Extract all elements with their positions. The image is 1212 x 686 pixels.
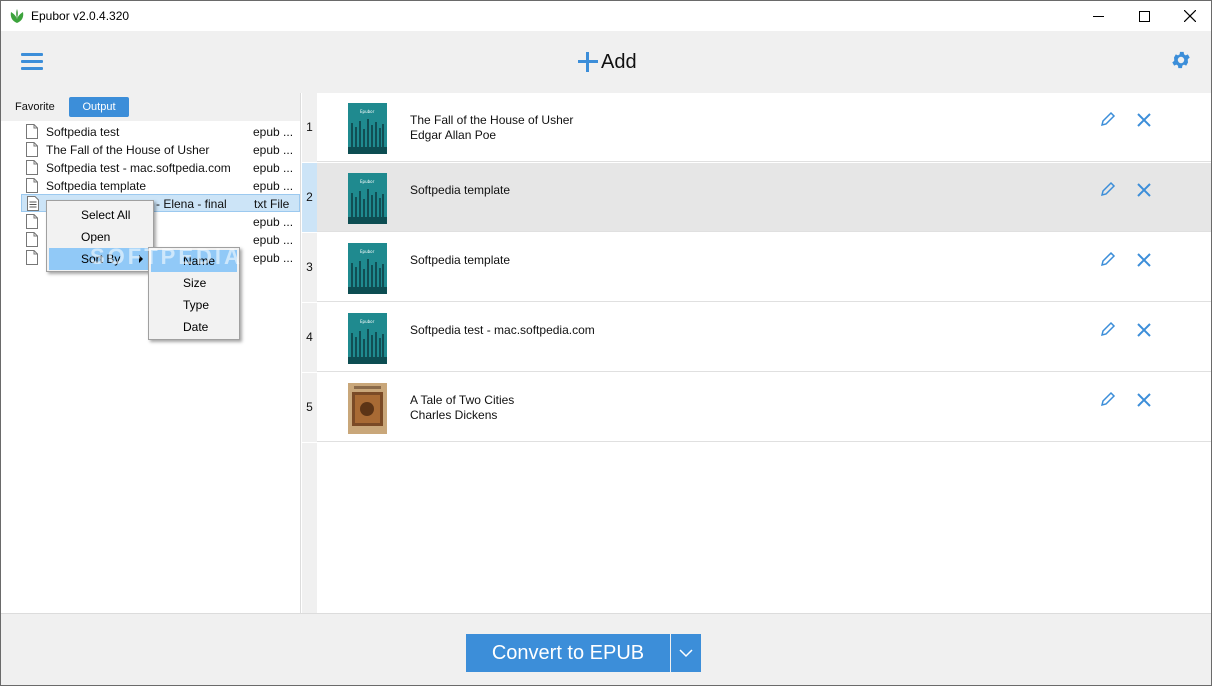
file-icon <box>26 124 38 139</box>
file-icon <box>26 178 38 193</box>
file-name: Softpedia template <box>46 179 147 193</box>
edit-pencil-icon[interactable] <box>1100 321 1116 337</box>
file-list: Softpedia test epub ... The Fall of the … <box>1 121 300 613</box>
window-title: Epubor v2.0.4.320 <box>31 9 130 23</box>
book-index: 5 <box>302 373 317 442</box>
minimize-button[interactable] <box>1075 1 1121 31</box>
bottom-bar: Convert to EPUB <box>1 613 1211 685</box>
book-cover-image: Epubor <box>348 173 387 224</box>
sort-by-type[interactable]: Type <box>151 294 237 316</box>
book-cover-image: Epubor <box>348 103 387 154</box>
book-index: 4 <box>302 303 317 372</box>
file-type: txt File <box>254 197 290 211</box>
book-title: Softpedia template <box>410 253 511 267</box>
edit-pencil-icon[interactable] <box>1100 111 1116 127</box>
file-type: epub ... <box>253 179 294 193</box>
context-menu-open[interactable]: Open <box>49 226 151 248</box>
maximize-button[interactable] <box>1121 1 1167 31</box>
book-cover-image <box>348 383 387 434</box>
book-row[interactable]: 4 Epubor Softpedia test - mac.softpedia.… <box>302 303 1211 373</box>
book-author: Charles Dickens <box>410 408 498 422</box>
add-button-label: Add <box>601 50 637 73</box>
close-icon <box>1184 10 1196 22</box>
svg-text:Epubor: Epubor <box>360 109 375 114</box>
delete-x-icon[interactable] <box>1137 253 1151 267</box>
title-bar: Epubor v2.0.4.320 <box>0 0 1212 31</box>
sort-by-name[interactable]: Name <box>151 250 237 272</box>
maximize-icon <box>1138 10 1150 22</box>
book-index: 2 <box>302 163 317 232</box>
file-type: epub ... <box>253 143 294 157</box>
file-list-item[interactable]: The Fall of the House of Usher epub ... <box>21 141 300 159</box>
file-list-item[interactable]: Softpedia test - mac.softpedia.com epub … <box>21 159 300 177</box>
edit-pencil-icon[interactable] <box>1100 181 1116 197</box>
svg-text:Epubor: Epubor <box>360 319 375 324</box>
book-author: Edgar Allan Poe <box>410 128 497 142</box>
chevron-down-icon <box>679 649 693 658</box>
delete-x-icon[interactable] <box>1137 393 1151 407</box>
delete-x-icon[interactable] <box>1137 323 1151 337</box>
book-list: 1 Epubor The Fall of the House of Usher … <box>302 93 1211 613</box>
file-icon <box>26 250 38 265</box>
convert-format-dropdown[interactable] <box>671 634 701 672</box>
book-row[interactable]: 1 Epubor The Fall of the House of Usher … <box>302 93 1211 163</box>
file-icon <box>26 142 38 157</box>
tab-favorite[interactable]: Favorite <box>9 97 61 117</box>
book-row-selected[interactable]: 2 Epubor Softpedia template <box>302 163 1211 233</box>
book-index: 3 <box>302 233 317 302</box>
file-name: The Fall of the House of Usher <box>46 143 210 157</box>
edit-pencil-icon[interactable] <box>1100 251 1116 267</box>
file-icon <box>26 214 38 229</box>
sort-by-size[interactable]: Size <box>151 272 237 294</box>
file-icon <box>26 160 38 175</box>
context-menu: Select All Open Sort By <box>46 200 154 272</box>
convert-button[interactable]: Convert to EPUB <box>466 634 670 672</box>
sort-by-submenu: Name Size Type Date <box>148 247 240 340</box>
minimize-icon <box>1092 15 1104 17</box>
submenu-arrow-icon <box>139 255 143 263</box>
left-panel: Favorite Output Softpedia test epub ... … <box>1 93 301 613</box>
file-list-item[interactable]: Softpedia template epub ... <box>21 177 300 195</box>
book-title: The Fall of the House of Usher <box>410 113 574 127</box>
file-type: epub ... <box>253 125 294 139</box>
file-name: Softpedia test <box>46 125 120 139</box>
file-icon <box>26 232 38 247</box>
file-type: epub ... <box>253 233 294 247</box>
book-row[interactable]: 3 Epubor Softpedia template <box>302 233 1211 303</box>
book-title: Softpedia test - mac.softpedia.com <box>410 323 595 337</box>
text-file-icon <box>27 196 39 211</box>
hamburger-menu-icon[interactable] <box>21 53 43 71</box>
add-button[interactable]: Add <box>578 48 637 76</box>
context-menu-select-all[interactable]: Select All <box>49 204 151 226</box>
toolbar: Add <box>1 31 1211 93</box>
gear-icon[interactable] <box>1170 49 1192 71</box>
book-cover-image: Epubor <box>348 243 387 294</box>
book-title: A Tale of Two Cities <box>410 393 515 407</box>
close-window-button[interactable] <box>1167 1 1212 31</box>
edit-pencil-icon[interactable] <box>1100 391 1116 407</box>
book-row[interactable]: 5 A Tale of Two Cities Charles Dickens <box>302 373 1211 443</box>
file-list-item[interactable]: Softpedia test epub ... <box>21 123 300 141</box>
tab-output[interactable]: Output <box>69 97 129 117</box>
book-title: Softpedia template <box>410 183 511 197</box>
file-name: - Elena - final <box>156 197 227 211</box>
book-index: 1 <box>302 93 317 162</box>
sort-by-date[interactable]: Date <box>151 316 237 338</box>
svg-text:Epubor: Epubor <box>360 179 375 184</box>
file-type: epub ... <box>253 215 294 229</box>
plus-icon <box>578 52 598 72</box>
file-type: epub ... <box>253 251 294 265</box>
epubor-logo-icon <box>10 9 24 23</box>
delete-x-icon[interactable] <box>1137 183 1151 197</box>
svg-text:Epubor: Epubor <box>360 249 375 254</box>
file-type: epub ... <box>253 161 294 175</box>
context-menu-sort-by[interactable]: Sort By <box>49 248 151 270</box>
index-gutter <box>302 443 317 613</box>
file-name: Softpedia test - mac.softpedia.com <box>46 161 231 175</box>
delete-x-icon[interactable] <box>1137 113 1151 127</box>
book-cover-image: Epubor <box>348 313 387 364</box>
